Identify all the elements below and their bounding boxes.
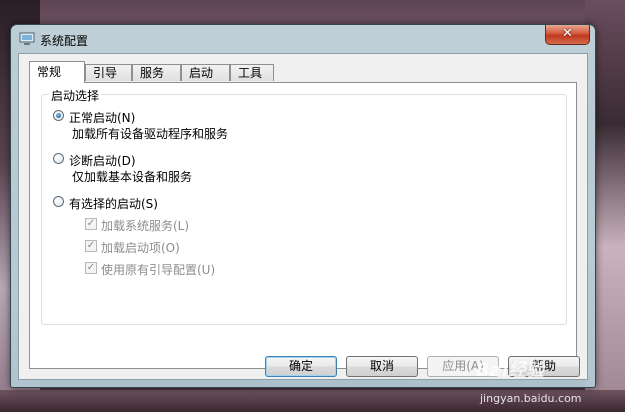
tab-general[interactable]: 常规: [29, 61, 85, 83]
check-icon: ✓: [85, 240, 97, 252]
window-title: 系统配置: [40, 34, 89, 48]
tab-boot-label: 引导: [93, 66, 118, 80]
watermark-logo: Bai经验: [476, 360, 545, 381]
radio-button-checked[interactable]: [53, 110, 64, 121]
tab-tools-label: 工具: [238, 66, 263, 80]
ok-button[interactable]: 确定: [265, 356, 337, 377]
system-config-window: 系统配置 ✕ 常规 引导 服务 启动 工具 启动选择 正常启动(N) 加载所有设…: [10, 24, 596, 388]
radio-description: 仅加载基本设备和服务: [72, 170, 193, 184]
radio-label: 诊断启动(D): [69, 154, 136, 168]
tab-services-label: 服务: [140, 66, 165, 80]
tab-panel-general: 启动选择 正常启动(N) 加载所有设备驱动程序和服务 诊断启动(D) 仅加载基本…: [29, 82, 577, 369]
title-bar[interactable]: 系统配置 ✕: [11, 25, 595, 53]
checkbox-label: 使用原有引导配置(U): [101, 263, 216, 277]
tab-general-label: 常规: [37, 65, 62, 79]
tab-services[interactable]: 服务: [132, 64, 181, 81]
radio-label: 正常启动(N): [69, 111, 136, 125]
checkbox-label: 加载启动项(O): [101, 241, 180, 255]
tab-startup-label: 启动: [189, 66, 214, 80]
radio-description: 加载所有设备驱动程序和服务: [72, 127, 229, 141]
close-button[interactable]: ✕: [545, 25, 590, 45]
radio-button[interactable]: [53, 153, 64, 164]
tab-startup[interactable]: 启动: [181, 64, 230, 81]
tab-tools[interactable]: 工具: [230, 64, 274, 81]
watermark-site: jingyan.baidu.com: [480, 392, 582, 405]
check-icon: ✓: [85, 262, 97, 274]
system-config-icon: [19, 32, 35, 45]
checkbox-label: 加载系统服务(L): [101, 219, 190, 233]
group-title: 启动选择: [49, 87, 102, 104]
dialog-client-area: 常规 引导 服务 启动 工具 启动选择 正常启动(N) 加载所有设备驱动程序和服…: [18, 53, 588, 380]
cancel-button[interactable]: 取消: [346, 356, 418, 377]
radio-label: 有选择的启动(S): [69, 197, 158, 211]
tab-boot[interactable]: 引导: [85, 64, 132, 81]
radio-button[interactable]: [53, 196, 64, 207]
check-icon: ✓: [85, 218, 97, 230]
startup-selection-group: 启动选择 正常启动(N) 加载所有设备驱动程序和服务 诊断启动(D) 仅加载基本…: [41, 87, 567, 325]
close-icon: ✕: [562, 26, 573, 41]
